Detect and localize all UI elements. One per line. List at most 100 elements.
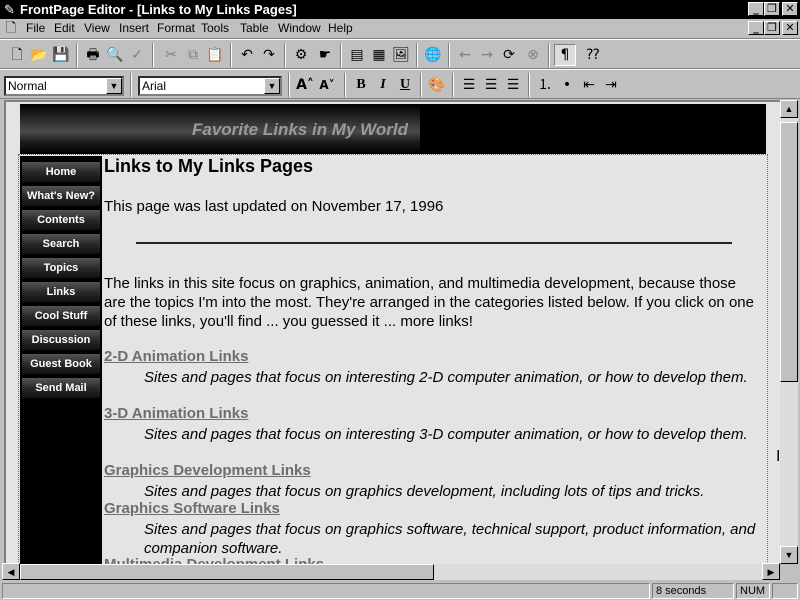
save-icon[interactable]: 💾: [50, 44, 72, 66]
nav-button-send-mail[interactable]: Send Mail: [22, 378, 100, 398]
doc-restore-button[interactable]: ❐: [764, 21, 780, 35]
align-center-icon[interactable]: ☰: [480, 74, 502, 96]
link-3d-animation[interactable]: 3-D Animation Links: [104, 405, 248, 422]
nav-button-discussion[interactable]: Discussion: [22, 330, 100, 350]
refresh-icon[interactable]: ⟳: [498, 44, 520, 66]
link-description: Sites and pages that focus on interestin…: [144, 369, 748, 386]
menu-table[interactable]: Table: [240, 21, 269, 36]
title-bar[interactable]: ✎ FrontPage Editor - [Links to My Links …: [0, 0, 800, 19]
menu-window[interactable]: Window: [278, 21, 321, 36]
undo-icon[interactable]: ↶: [236, 44, 258, 66]
scroll-down-icon[interactable]: ▼: [780, 546, 798, 564]
status-bar: 8 seconds NUM: [0, 582, 800, 600]
link-2d-animation[interactable]: 2-D Animation Links: [104, 348, 248, 365]
toolbar-separator: [340, 43, 342, 67]
frontpage-icon[interactable]: ✎: [2, 2, 17, 17]
help-pointer-icon[interactable]: ⁇: [582, 44, 604, 66]
scroll-right-icon[interactable]: ▶: [762, 563, 780, 580]
insert-form-field-icon[interactable]: ▤: [346, 44, 368, 66]
nav-button-contents[interactable]: Contents: [22, 210, 100, 230]
horizontal-scroll-thumb[interactable]: [20, 564, 434, 580]
horizontal-rule: [136, 242, 732, 244]
toolbar-separator: [76, 43, 78, 67]
horizontal-scrollbar[interactable]: ◀ ▶: [2, 563, 780, 580]
new-page-icon[interactable]: 🗋: [6, 44, 28, 66]
increase-indent-icon[interactable]: ⇥: [600, 74, 622, 96]
italic-icon[interactable]: I: [372, 74, 394, 96]
align-left-icon[interactable]: ☰: [458, 74, 480, 96]
menu-format[interactable]: Format: [157, 21, 195, 36]
toolbar-separator: [548, 43, 550, 67]
vertical-scroll-thumb[interactable]: [780, 122, 798, 382]
format-toolbar: Normal ▼ Arial ▼ A˄ A˅ B I U 🎨 ☰ ☰ ☰ ⒈ •…: [0, 69, 800, 99]
status-extra-panel: [772, 583, 798, 599]
doc-close-button[interactable]: ✕: [782, 21, 798, 35]
bulleted-list-icon[interactable]: •: [556, 74, 578, 96]
copy-icon[interactable]: ⧉: [182, 44, 204, 66]
create-hyperlink-icon[interactable]: 🌐: [422, 44, 444, 66]
menu-insert[interactable]: Insert: [119, 21, 149, 36]
spelling-icon[interactable]: ✓: [126, 44, 148, 66]
page-title: Links to My Links Pages: [104, 156, 314, 176]
menu-edit[interactable]: Edit: [54, 21, 75, 36]
link-multimedia-development[interactable]: Multimedia Development Links: [104, 556, 324, 564]
paste-icon[interactable]: 📋: [204, 44, 226, 66]
vertical-scrollbar[interactable]: ▲ ▼: [780, 100, 798, 564]
status-message-panel: [2, 583, 650, 599]
nav-button-home[interactable]: Home: [22, 162, 100, 182]
toolbar-separator: [152, 43, 154, 67]
back-icon[interactable]: ←: [454, 44, 476, 66]
close-button[interactable]: ✕: [782, 2, 798, 16]
text-color-icon[interactable]: 🎨: [426, 74, 448, 96]
nav-button-links[interactable]: Links: [22, 282, 100, 302]
decrease-text-size-icon[interactable]: A˅: [316, 74, 338, 96]
font-select-value: Arial: [142, 79, 167, 93]
nav-button-cool-stuff[interactable]: Cool Stuff: [22, 306, 100, 326]
nav-button-guest-book[interactable]: Guest Book: [22, 354, 100, 374]
banner-image: Favorite Links in My World: [20, 104, 766, 154]
insert-table-icon[interactable]: ▦: [368, 44, 390, 66]
show-formatting-marks-icon[interactable]: ¶: [554, 44, 576, 66]
link-graphics-software[interactable]: Graphics Software Links: [104, 500, 280, 517]
print-preview-icon[interactable]: 🔍: [104, 44, 126, 66]
nav-button-topics[interactable]: Topics: [22, 258, 100, 278]
menu-tools[interactable]: Tools: [201, 21, 229, 36]
link-description: Sites and pages that focus on interestin…: [144, 426, 748, 443]
style-select[interactable]: Normal ▼: [4, 76, 124, 96]
align-right-icon[interactable]: ☰: [502, 74, 524, 96]
chevron-down-icon[interactable]: ▼: [264, 78, 280, 94]
minimize-button[interactable]: _: [748, 2, 764, 16]
underline-icon[interactable]: U: [394, 74, 416, 96]
insert-webbot-icon[interactable]: ☛: [314, 44, 336, 66]
nav-button-search[interactable]: Search: [22, 234, 100, 254]
link-graphics-development[interactable]: Graphics Development Links: [104, 462, 311, 479]
doc-minimize-button[interactable]: _: [748, 21, 764, 35]
numbered-list-icon[interactable]: ⒈: [534, 74, 556, 96]
increase-text-size-icon[interactable]: A˄: [294, 74, 316, 96]
scroll-left-icon[interactable]: ◀: [2, 563, 20, 580]
redo-icon[interactable]: ↷: [258, 44, 280, 66]
font-select[interactable]: Arial ▼: [138, 76, 282, 96]
window-title: FrontPage Editor - [Links to My Links Pa…: [20, 2, 297, 17]
insert-image-icon[interactable]: 🖼: [390, 44, 412, 66]
open-folder-icon[interactable]: 📂: [28, 44, 50, 66]
editor-canvas[interactable]: Favorite Links in My World Home What's N…: [4, 100, 780, 564]
restore-button[interactable]: ❐: [764, 2, 780, 16]
link-description: Sites and pages that focus on graphics s…: [144, 521, 756, 557]
cut-icon[interactable]: ✂: [160, 44, 182, 66]
menu-view[interactable]: View: [84, 21, 110, 36]
bold-icon[interactable]: B: [350, 74, 372, 96]
to-do-list-icon[interactable]: ⚙: [290, 44, 312, 66]
scroll-up-icon[interactable]: ▲: [780, 100, 798, 118]
chevron-down-icon[interactable]: ▼: [106, 78, 122, 94]
stop-icon[interactable]: ⊗: [522, 44, 544, 66]
toolbar-separator: [528, 73, 530, 97]
decrease-indent-icon[interactable]: ⇤: [578, 74, 600, 96]
nav-button-whats-new[interactable]: What's New?: [22, 186, 100, 206]
toolbar-separator: [452, 73, 454, 97]
menu-file[interactable]: File: [26, 21, 45, 36]
print-icon[interactable]: 🖶: [82, 44, 104, 66]
forward-icon[interactable]: →: [476, 44, 498, 66]
menu-help[interactable]: Help: [328, 21, 353, 36]
document-icon[interactable]: 🗋: [3, 20, 19, 36]
